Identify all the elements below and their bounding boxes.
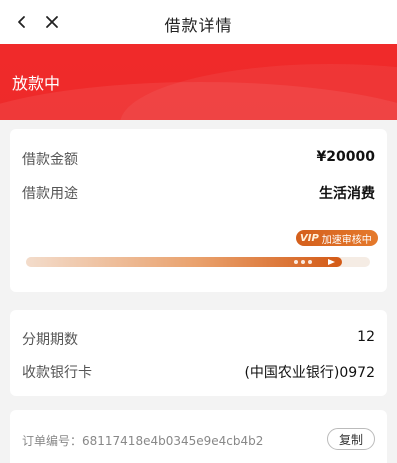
progress-arrow-icon bbox=[328, 259, 335, 265]
top-nav-bar: 借款详情 bbox=[0, 0, 397, 44]
loan-status: 放款中 bbox=[12, 74, 61, 93]
purpose-label: 借款用途 bbox=[22, 186, 78, 202]
periods-label: 分期期数 bbox=[22, 332, 78, 348]
order-card: 订单编号：68117418e4b0345e9e4cb4b2 复制 bbox=[10, 410, 387, 463]
banner-wave bbox=[120, 64, 397, 120]
vip-badge: VIP 加速审核中 bbox=[296, 230, 378, 246]
order-number: 订单编号：68117418e4b0345e9e4cb4b2 bbox=[22, 434, 264, 448]
page-title: 借款详情 bbox=[164, 16, 233, 35]
purpose-value: 生活消费 bbox=[319, 186, 375, 202]
bank-row: 收款银行卡 (中国农业银行)0972 bbox=[22, 362, 375, 384]
vip-status-text: 加速审核中 bbox=[321, 234, 372, 246]
progress-track bbox=[26, 257, 370, 267]
loan-info-card: 借款金额 ¥20000 借款用途 生活消费 VIP 加速审核中 bbox=[10, 129, 387, 292]
periods-row: 分期期数 12 bbox=[22, 329, 375, 351]
amount-label: 借款金额 bbox=[22, 152, 78, 168]
progress-dots bbox=[294, 260, 312, 264]
status-banner: 放款中 bbox=[0, 44, 397, 120]
bank-value: (中国农业银行)0972 bbox=[244, 365, 375, 381]
amount-row: 借款金额 ¥20000 bbox=[22, 149, 375, 171]
vip-label: VIP bbox=[300, 232, 319, 244]
copy-button[interactable]: 复制 bbox=[327, 428, 375, 450]
periods-value: 12 bbox=[357, 329, 375, 345]
bank-label: 收款银行卡 bbox=[22, 365, 92, 381]
installment-card: 分期期数 12 收款银行卡 (中国农业银行)0972 bbox=[10, 310, 387, 396]
purpose-row: 借款用途 生活消费 bbox=[22, 183, 375, 205]
amount-value: ¥20000 bbox=[316, 149, 375, 165]
